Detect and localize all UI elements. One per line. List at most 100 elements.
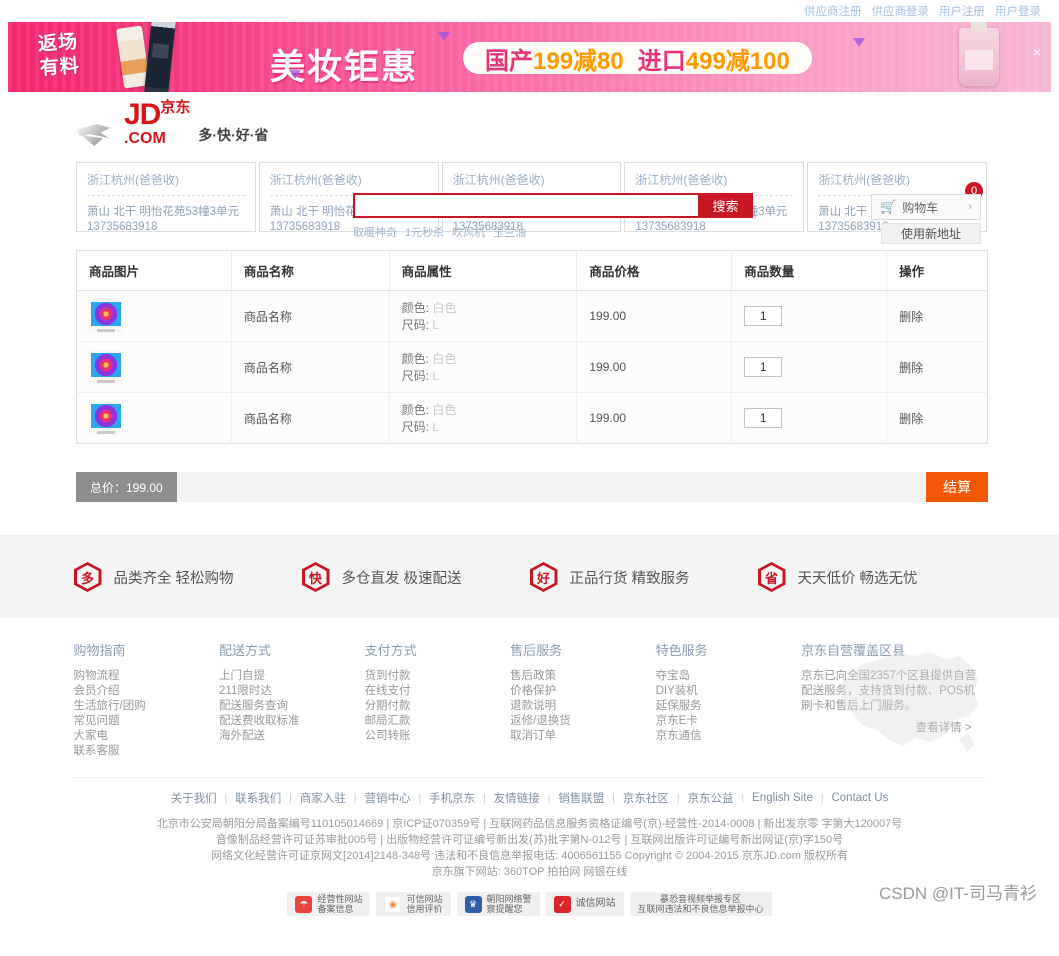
footer-link[interactable]: 京东通信 [656,729,802,744]
feature-text: 天天低价 畅选无忧 [797,570,918,587]
product-thumbnail-icon[interactable] [89,350,123,384]
cert-badge-integrity-site[interactable]: ✓ 诚信网站 [545,892,624,916]
footer-link[interactable]: 配送服务查询 [219,699,365,714]
footer-nav-link[interactable]: English Site [752,792,813,804]
footer-link[interactable]: 上门自提 [219,669,365,684]
quantity-stepper[interactable] [744,357,783,377]
topbar-link-supplier-login[interactable]: 供应商登录 [872,3,930,19]
cell-product-attributes: 颜色: 白色 尺码: L [389,392,578,444]
footer-link[interactable]: 延保服务 [656,699,802,714]
footer-coverage-map: 京东自营覆盖区县 京东已向全国2357个区县提供自营配送服务，支持货到付款、PO… [801,640,985,759]
footer-link[interactable]: 在线支付 [365,684,511,699]
delete-item-button[interactable]: 删除 [899,412,923,426]
footer-nav-link[interactable]: 销售联盟 [558,790,604,806]
footer-nav-link[interactable]: 商家入驻 [300,790,346,806]
table-row: 商品名称 颜色: 白色 尺码: L 199.00 删除 [76,290,988,342]
search-input[interactable] [353,193,698,218]
cert-line1: 经营性网站 [317,894,363,904]
cert-badge-trusted-site[interactable]: ◉ 可信网站 信用评价 [376,892,451,916]
search-area: 搜索 取暖神奇 1元秒杀 吹风机 玉兰油 [353,193,753,240]
footer-link[interactable]: DIY装机 [656,684,802,699]
column-header-operation: 操作 [886,250,988,291]
footer-nav-link[interactable]: 营销中心 [364,790,410,806]
attr-size-value: L [432,318,439,332]
feature-item-kuai: 快 多仓直发 极速配送 [301,562,530,592]
product-thumbnail-icon[interactable] [89,299,123,333]
footer-nav-link[interactable]: 友情链接 [494,790,540,806]
cert-badge-business-license[interactable]: ☂ 经营性网站 备案信息 [287,892,371,916]
address-phone: 13735683918 [87,221,158,233]
column-header-quantity: 商品数量 [731,250,888,291]
checkout-button[interactable]: 结算 [926,472,988,502]
hotword-4[interactable]: 玉兰油 [493,224,526,240]
footer-nav-link[interactable]: Contact Us [831,792,888,804]
footer-link[interactable]: 海外配送 [219,729,365,744]
quantity-stepper[interactable] [744,306,783,326]
search-button[interactable]: 搜索 [698,193,753,218]
delete-item-button[interactable]: 删除 [899,310,923,324]
cert-line1: 朝阳网络警 [486,894,532,904]
footer-link[interactable]: 退款说明 [510,699,656,714]
jd-logo[interactable]: JD京东 .COM 多·快·好·省 [76,100,268,148]
column-header-image: 商品图片 [76,250,232,291]
footer-link[interactable]: 取消订单 [510,729,656,744]
banner-triangle-icon [853,38,865,47]
china-map-icon [838,652,979,752]
footer-nav-link[interactable]: 联系我们 [235,790,281,806]
chevron-right-icon: › [968,201,972,213]
cert-badge-report-center[interactable]: 暴恐音视频举报专区 互联网违法和不良信息举报中心 [629,892,772,916]
footer-link[interactable]: 211限时达 [219,684,365,699]
hotword-3[interactable]: 吹风机 [452,224,485,240]
banner-close-icon[interactable]: × [1033,44,1041,60]
hotword-2[interactable]: 1元秒杀 [405,224,444,240]
footer-nav-link[interactable]: 关于我们 [171,790,217,806]
quantity-stepper[interactable] [744,408,783,428]
footer-link[interactable]: 货到付款 [365,669,511,684]
footer-link[interactable]: 大家电 [74,729,220,744]
shopping-cart-icon: 🛒 [880,199,897,214]
footer-link[interactable]: 配送费收取标准 [219,714,365,729]
cell-operation: 删除 [886,341,988,393]
cell-product-image [76,392,232,444]
footer-column-title: 支付方式 [364,643,417,658]
topbar-link-supplier-register[interactable]: 供应商注册 [804,3,862,19]
product-thumbnail-icon[interactable] [89,401,123,435]
hotword-1[interactable]: 取暖神奇 [353,224,397,240]
footer-nav-link[interactable]: 京东公益 [688,790,734,806]
footer-link[interactable]: 价格保护 [510,684,656,699]
banner-triangle-icon [438,32,450,41]
footer-link[interactable]: 公司转账 [365,729,511,744]
delete-item-button[interactable]: 删除 [899,361,923,375]
hexagon-hao-icon: 好 [529,562,558,592]
attr-color-label: 颜色: [401,352,429,366]
footer-nav-link[interactable]: 手机京东 [429,790,475,806]
footer-link[interactable]: 会员介绍 [74,684,220,699]
cart-button[interactable]: 🛒 购物车 › [871,194,981,220]
address-card[interactable]: 浙江杭州(爸爸收) 萧山 北干 明怡花苑53幢3单元 13735683918 [76,162,256,233]
footer-link[interactable]: 返修/退换货 [510,714,656,729]
footer-link[interactable]: 售后政策 [510,669,656,684]
footer-nav-link[interactable]: 京东社区 [623,790,669,806]
topbar-link-user-register[interactable]: 用户注册 [939,3,985,19]
footer-column-title: 配送方式 [219,643,272,658]
use-new-address-button[interactable]: 使用新地址 [881,223,981,244]
footer-link[interactable]: 京东E卡 [656,714,802,729]
logo-com-text: .COM [124,130,166,147]
footer-link[interactable]: 邮局汇款 [365,714,511,729]
feature-item-duo: 多 品类齐全 轻松购物 [73,562,302,592]
footer-link[interactable]: 分期付款 [365,699,511,714]
footer-link[interactable]: 联系客服 [74,744,220,759]
cart-table: 商品图片 商品名称 商品属性 商品价格 商品数量 操作 商品名称 颜色: 白色 … [76,250,988,444]
cert-badge-cyber-police[interactable]: ♛ 朝阳网络警 察提醒您 [456,892,540,916]
footer-link[interactable]: 常见问题 [74,714,220,729]
footer-column-after-sales: 售后服务 售后政策 价格保护 退款说明 返修/退换货 取消订单 [510,640,656,759]
footer-link[interactable]: 生活旅行/团购 [74,699,220,714]
attr-size-label: 尺码: [401,369,429,383]
attr-color-label: 颜色: [401,403,429,417]
topbar-link-user-login[interactable]: 用户登录 [995,3,1041,19]
footer-link[interactable]: 购物流程 [74,669,220,684]
cell-product-quantity [731,341,888,393]
promo-banner[interactable]: 返场 有料 美妆钜惠 国产199减80 进口499减100 × [8,22,1051,92]
footer-link[interactable]: 夺宝岛 [656,669,802,684]
feature-text: 品类齐全 轻松购物 [113,570,234,587]
